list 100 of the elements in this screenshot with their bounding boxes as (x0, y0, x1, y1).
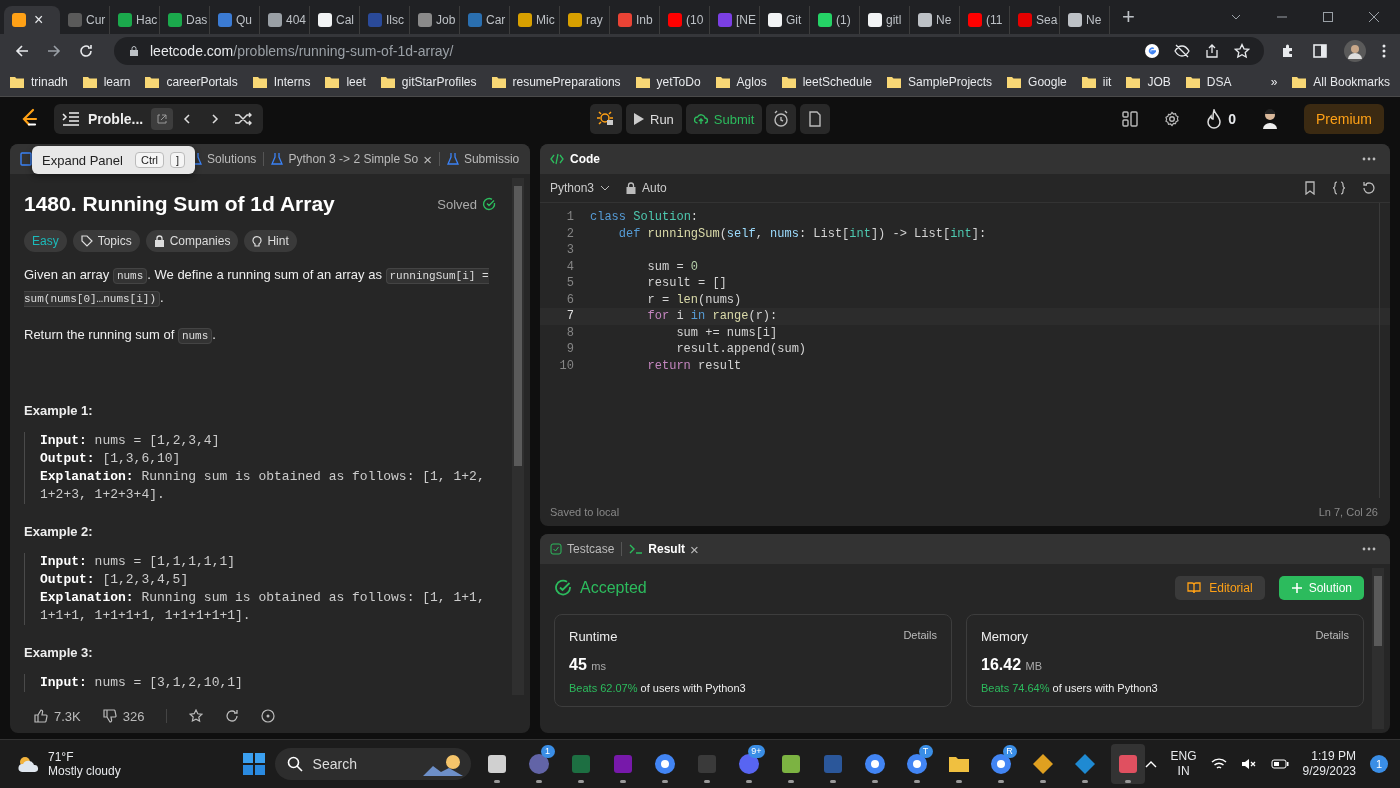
google-icon[interactable] (1144, 43, 1160, 59)
lightbulb-icon (252, 234, 263, 248)
panel-title: Code (550, 152, 600, 166)
stat-value: 45 ms (569, 656, 607, 674)
panel-tab[interactable]: Result × (629, 540, 699, 558)
bookmark-folder[interactable]: JOB (1126, 75, 1171, 89)
wifi-icon[interactable] (1210, 757, 1227, 771)
topic-tag[interactable]: Easy (24, 230, 67, 252)
avatar-icon[interactable] (1262, 108, 1278, 130)
bookmark-folder[interactable]: leetSchedule (781, 75, 873, 89)
close-tab-button[interactable]: × (34, 11, 44, 29)
sidebar-icon[interactable] (1312, 43, 1328, 59)
more-icon[interactable] (1362, 157, 1376, 161)
bookmark-icon[interactable] (1304, 181, 1316, 195)
topic-tag[interactable]: Companies (145, 230, 239, 252)
clock[interactable]: 1:19 PM 9/29/2023 (1302, 749, 1356, 779)
battery-icon[interactable] (1270, 758, 1289, 770)
note-icon[interactable] (800, 104, 831, 134)
more-bookmarks-button[interactable]: » (1270, 75, 1278, 89)
braces-icon[interactable] (1332, 181, 1346, 195)
run-button[interactable]: Run (626, 104, 682, 134)
bookmark-folder[interactable]: learn (82, 75, 131, 89)
bookmark-folder[interactable]: resumePreparations (491, 75, 621, 89)
scrollbar[interactable] (1372, 568, 1384, 729)
help-icon[interactable] (261, 709, 276, 723)
avatar-icon[interactable] (1344, 40, 1366, 62)
line-number: 5 (565, 276, 574, 291)
eye-off-icon[interactable] (1174, 43, 1190, 59)
caret-icon[interactable] (1144, 760, 1157, 768)
editorial-button[interactable]: Editorial (1175, 576, 1265, 600)
bookmark-folder[interactable]: trinadh (10, 75, 68, 89)
language-indicator[interactable]: ENG IN (1170, 749, 1197, 779)
close-icon[interactable] (1368, 11, 1380, 23)
bookmark-folder[interactable]: iit (1081, 75, 1112, 89)
search-field[interactable]: Search (274, 748, 471, 780)
windows-start-icon[interactable] (242, 753, 265, 775)
more-icon[interactable] (1362, 547, 1376, 551)
document-icon[interactable] (20, 152, 32, 166)
checkbox-icon (550, 543, 562, 555)
code-line: sum = 0 (646, 259, 699, 274)
code-line: result = [] (646, 276, 727, 291)
details-link[interactable]: Details (1315, 629, 1349, 644)
star-icon[interactable] (189, 709, 204, 723)
problem-title: 1480. Running Sum of 1d Array (24, 192, 335, 216)
streak-counter[interactable]: 0 (1206, 109, 1236, 129)
bookmark-folder[interactable]: All Bookmarks (1292, 75, 1390, 89)
key-hint: ] (170, 152, 186, 168)
settings-icon[interactable] (1164, 111, 1181, 127)
bookmark-folder[interactable]: yetToDo (635, 75, 701, 89)
example-line: Output: [1,3,6,10] (40, 450, 182, 468)
folder-icon (325, 76, 340, 88)
notification-badge: 9+ (748, 745, 765, 758)
share-icon[interactable] (1204, 43, 1220, 59)
close-tab-button[interactable]: × (690, 540, 699, 558)
scrollbar[interactable] (512, 178, 524, 695)
folder-icon (887, 76, 902, 88)
new-tab-button[interactable]: + (1122, 4, 1135, 30)
language-dropdown[interactable]: Python3 (550, 181, 611, 195)
restore-icon[interactable] (1322, 11, 1334, 23)
like-button[interactable]: 7.3K (34, 708, 81, 724)
browser-tab[interactable]: × (4, 6, 60, 34)
bookmark-folder[interactable]: leet (325, 75, 366, 89)
auto-mode-toggle[interactable]: Auto (626, 181, 667, 195)
premium-button[interactable]: Premium (1304, 104, 1384, 134)
thumbs-down-icon (102, 709, 117, 723)
details-link[interactable]: Details (903, 629, 937, 644)
bookmark-folder[interactable]: Interns (252, 75, 311, 89)
panel-tab[interactable]: Submissio (446, 152, 520, 166)
bookmark-folder[interactable]: Aglos (715, 75, 767, 89)
debug-icon[interactable] (590, 104, 622, 134)
submit-button[interactable]: Submit (685, 104, 763, 134)
bookmark-folder[interactable]: Google (1007, 75, 1067, 89)
reset-icon[interactable] (1362, 181, 1376, 195)
panel-tab[interactable]: Python 3 -> 2 Simple So × (271, 150, 432, 168)
bookmark-folder[interactable]: gitStarProfiles (380, 75, 477, 89)
dislike-button[interactable]: 326 (102, 708, 145, 724)
stat-title: Runtime (569, 629, 618, 644)
flask-icon (271, 152, 284, 166)
landscape-icon (422, 752, 463, 776)
bookmark-folder[interactable]: careerPortals (145, 75, 238, 89)
alarm-clock-icon[interactable] (766, 104, 797, 134)
reload-icon[interactable] (78, 43, 94, 59)
address-bar[interactable]: leetcode.com/problems/running-sum-of-1d-array/ (114, 37, 1264, 65)
more-icon[interactable] (1382, 43, 1386, 59)
folder-icon (781, 76, 796, 88)
topic-tag[interactable]: Hint (244, 230, 297, 252)
forward-icon[interactable] (46, 43, 62, 59)
close-tab-button[interactable]: × (423, 150, 432, 168)
notification-badge: R (1002, 745, 1017, 758)
back-icon[interactable] (14, 43, 30, 59)
bookmark-folder[interactable]: SampleProjects (887, 75, 993, 89)
topic-tag[interactable]: Topics (72, 230, 140, 252)
external-link-icon[interactable] (151, 108, 174, 130)
refresh-icon[interactable] (225, 709, 240, 723)
mute-icon[interactable] (1240, 757, 1257, 771)
bookmark-folder[interactable]: DSA (1185, 75, 1232, 89)
code-line: result.append(sum) (675, 342, 807, 357)
folder-icon (635, 76, 650, 88)
panel-tab[interactable]: Testcase (550, 542, 615, 556)
layout-icon[interactable] (1122, 111, 1139, 127)
